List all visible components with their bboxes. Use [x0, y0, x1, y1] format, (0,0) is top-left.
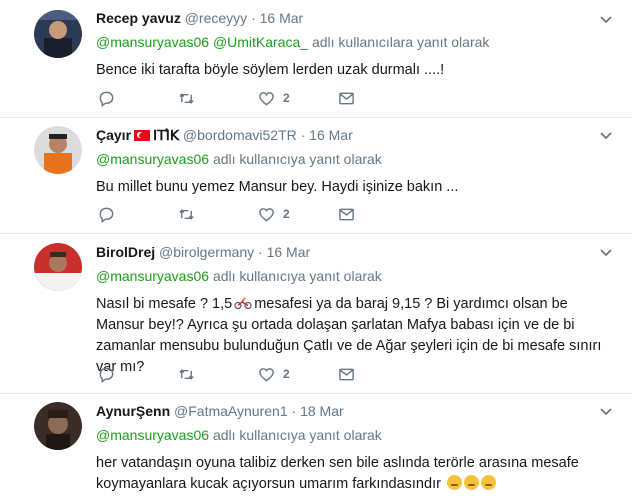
- avatar[interactable]: [34, 243, 82, 291]
- mention-link[interactable]: @UmitKaraca_: [213, 34, 308, 50]
- mention-link[interactable]: @mansuryavas06: [96, 151, 209, 167]
- reply-button[interactable]: [98, 88, 115, 108]
- tweet-header: BirolDrej @birolgermany · 16 Mar: [96, 243, 618, 261]
- cyclist-emoji-icon: [234, 297, 252, 309]
- like-count: 2: [283, 207, 290, 221]
- smirk-emoji-icon: [446, 475, 462, 490]
- timestamp[interactable]: · 18 Mar: [292, 403, 344, 419]
- like-count: 2: [283, 91, 290, 105]
- replying-to: @mansuryavas06 @UmitKaraca_ adlı kullanı…: [96, 33, 618, 51]
- tweet-1[interactable]: Recep yavuz @receyyy · 16 Mar @mansuryav…: [0, 0, 632, 118]
- dm-button[interactable]: [338, 364, 355, 384]
- retweet-button[interactable]: [178, 204, 195, 224]
- like-button[interactable]: 2: [258, 364, 290, 384]
- reply-icon: [99, 367, 114, 383]
- tweet-text: Bence iki tarafta böyle söylem lerden uz…: [96, 62, 445, 78]
- handle[interactable]: @FatmaAynuren1: [174, 403, 288, 419]
- like-icon: [259, 207, 274, 222]
- tweet-text: her vatandaşın oyuna talibiz derken sen …: [96, 453, 618, 495]
- smirk-emoji-icon: [480, 475, 496, 490]
- dm-icon: [339, 368, 354, 380]
- avatar[interactable]: [34, 402, 82, 450]
- timestamp[interactable]: · 16 Mar: [258, 244, 310, 260]
- tweet-header: Recep yavuz @receyyy · 16 Mar: [96, 9, 618, 27]
- display-name[interactable]: Recep yavuz: [96, 10, 181, 26]
- avatar[interactable]: [34, 126, 82, 174]
- display-name[interactable]: BirolDrej: [96, 244, 155, 260]
- smirk-emoji-icon: [463, 475, 479, 490]
- display-name[interactable]: Çayır: [96, 127, 131, 143]
- like-count: 2: [283, 367, 290, 381]
- retweet-icon: [179, 208, 194, 220]
- like-icon: [259, 367, 274, 382]
- timestamp[interactable]: · 16 Mar: [251, 10, 303, 26]
- reply-suffix: adlı kullanıcılara yanıt olarak: [311, 34, 490, 50]
- retweet-icon: [179, 92, 194, 104]
- reply-suffix: adlı kullanıcıya yanıt olarak: [212, 268, 382, 284]
- tweet-text: Nasıl bi mesafe ? 1,5 mesafesi ya da bara…: [96, 294, 618, 378]
- dm-button[interactable]: [338, 88, 355, 108]
- dm-icon: [339, 208, 354, 220]
- mention-link[interactable]: @mansuryavas06: [96, 34, 209, 50]
- reply-suffix: adlı kullanıcıya yanıt olarak: [212, 151, 382, 167]
- retweet-icon: [179, 368, 194, 380]
- tweet-3[interactable]: BirolDrej @birolgermany · 16 Mar @mansur…: [0, 234, 632, 394]
- retweet-button[interactable]: [178, 364, 195, 384]
- reply-button[interactable]: [98, 364, 115, 384]
- display-name-extra: ꓲꓔꓲ҆ꓗ: [153, 127, 180, 143]
- like-button[interactable]: 2: [258, 88, 290, 108]
- tweet-text: Bu millet bunu yemez Mansur bey. Haydi i…: [96, 179, 459, 195]
- avatar[interactable]: [34, 10, 82, 58]
- handle[interactable]: @birolgermany: [159, 244, 254, 260]
- reply-icon: [99, 207, 114, 223]
- handle[interactable]: @bordomavi52TR: [183, 127, 297, 143]
- timestamp[interactable]: · 16 Mar: [301, 127, 353, 143]
- tweet-text-part: her vatandaşın oyuna talibiz derken sen …: [96, 455, 579, 492]
- tweet-2[interactable]: Çayır ꓲꓔꓲ҆ꓗ @bordomavi52TR · 16 Mar @mans…: [0, 118, 632, 234]
- dm-button[interactable]: [338, 204, 355, 224]
- reply-button[interactable]: [98, 204, 115, 224]
- reply-icon: [99, 91, 114, 107]
- like-button[interactable]: 2: [258, 204, 290, 224]
- tweet-text-part: Nasıl bi mesafe ? 1,5: [96, 296, 233, 312]
- turkey-flag-icon: [134, 130, 151, 141]
- tweet-header: AynurŞenn @FatmaAynuren1 · 18 Mar: [96, 402, 618, 420]
- mention-link[interactable]: @mansuryavas06: [96, 427, 209, 443]
- handle[interactable]: @receyyy: [185, 10, 247, 26]
- replying-to: @mansuryavas06 adlı kullanıcıya yanıt ol…: [96, 267, 618, 285]
- display-name[interactable]: AynurŞenn: [96, 403, 170, 419]
- reply-suffix: adlı kullanıcıya yanıt olarak: [212, 427, 382, 443]
- replying-to: @mansuryavas06 adlı kullanıcıya yanıt ol…: [96, 426, 618, 444]
- tweet-4[interactable]: AynurŞenn @FatmaAynuren1 · 18 Mar @mansu…: [0, 394, 632, 500]
- replying-to: @mansuryavas06 adlı kullanıcıya yanıt ol…: [96, 150, 618, 168]
- retweet-button[interactable]: [178, 88, 195, 108]
- dm-icon: [339, 92, 354, 104]
- tweet-header: Çayır ꓲꓔꓲ҆ꓗ @bordomavi52TR · 16 Mar: [96, 126, 618, 144]
- mention-link[interactable]: @mansuryavas06: [96, 268, 209, 284]
- like-icon: [259, 91, 274, 106]
